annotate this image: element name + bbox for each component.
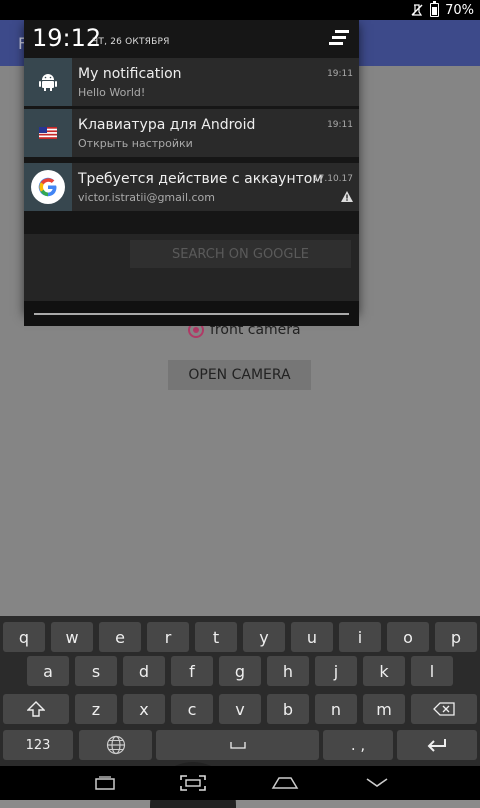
google-icon <box>24 163 72 211</box>
chevron-down-icon <box>366 778 388 787</box>
backspace-key[interactable] <box>411 694 477 724</box>
notification-subtitle: victor.istratii@gmail.com <box>78 191 215 204</box>
notification-time: 19:11 <box>327 120 353 130</box>
home-button[interactable] <box>260 766 310 800</box>
key-s[interactable]: s <box>75 656 117 686</box>
shade-header: 19:12 ЧТ, 26 ОКТЯБРЯ <box>24 20 359 58</box>
enter-key[interactable] <box>397 730 477 760</box>
keyboard-switch-button[interactable] <box>168 766 218 800</box>
key-v[interactable]: v <box>219 694 261 724</box>
globe-icon <box>106 735 125 755</box>
recent-apps-icon <box>95 776 115 790</box>
key-t[interactable]: t <box>195 622 237 652</box>
key-z[interactable]: z <box>75 694 117 724</box>
hide-keyboard-button[interactable] <box>352 766 402 800</box>
key-h[interactable]: h <box>267 656 309 686</box>
warning-icon <box>341 191 353 202</box>
punctuation-key[interactable]: . , <box>323 730 393 760</box>
key-j[interactable]: j <box>315 656 357 686</box>
key-q[interactable]: q <box>3 622 45 652</box>
notification-title: Требуется действие с аккаунтом <box>78 171 323 187</box>
key-y[interactable]: y <box>243 622 285 652</box>
key-i[interactable]: i <box>339 622 381 652</box>
key-l[interactable]: l <box>411 656 453 686</box>
notification-subtitle: Hello World! <box>78 86 146 99</box>
shade-handle[interactable] <box>24 301 359 326</box>
screen-switch-icon <box>180 775 206 791</box>
symbols-key[interactable]: 123 <box>3 730 73 760</box>
battery-icon <box>430 1 440 17</box>
android-icon <box>24 58 72 106</box>
key-g[interactable]: g <box>219 656 261 686</box>
language-key[interactable] <box>79 730 152 760</box>
key-c[interactable]: c <box>171 694 213 724</box>
mute-icon <box>411 4 423 16</box>
search-on-google-button[interactable]: SEARCH ON GOOGLE <box>130 240 351 268</box>
key-a[interactable]: a <box>27 656 69 686</box>
key-e[interactable]: e <box>99 622 141 652</box>
date: ЧТ, 26 ОКТЯБРЯ <box>92 37 170 47</box>
notification-title: My notification <box>78 66 182 82</box>
us-flag-icon <box>24 109 72 157</box>
shift-key[interactable] <box>3 694 69 724</box>
notification-shade: 19:12 ЧТ, 26 ОКТЯБРЯ My notification Hel… <box>24 20 359 326</box>
key-p[interactable]: p <box>435 622 477 652</box>
key-d[interactable]: d <box>123 656 165 686</box>
notification-subtitle: Открыть настройки <box>78 137 193 150</box>
space-icon <box>229 742 246 749</box>
keyboard: q w e r t y u i o p a s d f g h j k l z … <box>0 616 480 766</box>
navigation-bar <box>0 766 480 800</box>
clock: 19:12 <box>32 24 102 52</box>
clear-all-icon[interactable] <box>329 28 351 48</box>
status-bar: 70% <box>0 0 480 20</box>
home-icon <box>271 777 299 789</box>
battery-level: 70% <box>445 2 474 18</box>
key-f[interactable]: f <box>171 656 213 686</box>
recent-apps-button[interactable] <box>80 766 130 800</box>
handle-line <box>34 313 349 315</box>
key-w[interactable]: w <box>51 622 93 652</box>
shift-icon <box>27 701 45 717</box>
notification-item[interactable]: Требуется действие с аккаунтом victor.is… <box>24 163 359 211</box>
notification-time: 17.10.17 <box>312 174 353 184</box>
notification-time: 19:11 <box>327 69 353 79</box>
notification-item[interactable]: Клавиатура для Android Открыть настройки… <box>24 109 359 157</box>
notification-item[interactable]: My notification Hello World! 19:11 <box>24 58 359 106</box>
enter-icon <box>427 739 446 752</box>
open-camera-button[interactable]: OPEN CAMERA <box>168 360 311 390</box>
shade-dimmed-area: SEARCH ON GOOGLE <box>24 234 359 326</box>
key-m[interactable]: m <box>363 694 405 724</box>
key-o[interactable]: o <box>387 622 429 652</box>
key-r[interactable]: r <box>147 622 189 652</box>
key-n[interactable]: n <box>315 694 357 724</box>
space-key[interactable] <box>156 730 319 760</box>
backspace-icon <box>433 702 455 716</box>
status-icons: 70% <box>410 1 474 18</box>
key-k[interactable]: k <box>363 656 405 686</box>
key-u[interactable]: u <box>291 622 333 652</box>
key-x[interactable]: x <box>123 694 165 724</box>
key-b[interactable]: b <box>267 694 309 724</box>
notification-title: Клавиатура для Android <box>78 117 256 133</box>
